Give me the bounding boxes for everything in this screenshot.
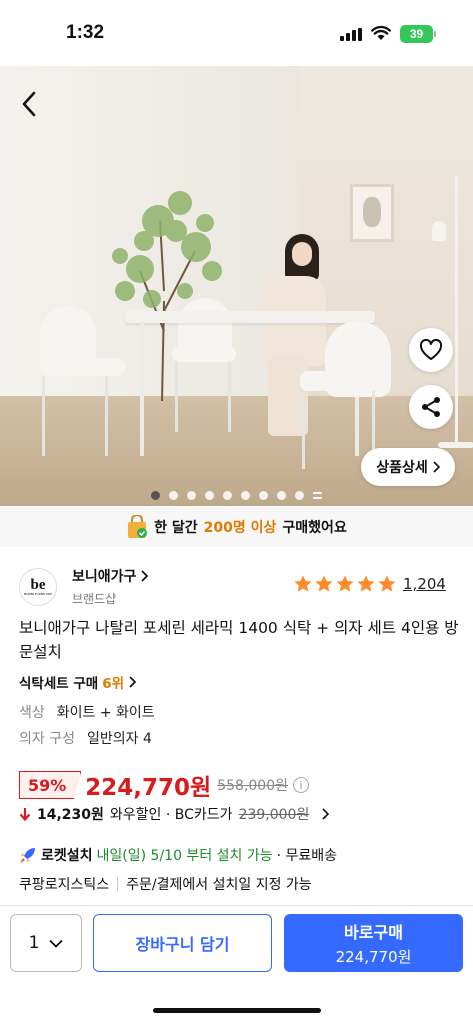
option-value: 일반의자 4 xyxy=(86,731,152,747)
carousel-dot[interactable] xyxy=(223,491,232,500)
price-row: 59% 224,770원 558,000원 i xyxy=(19,768,309,802)
buy-now-button[interactable]: 바로구매 224,770원 xyxy=(284,914,463,972)
free-shipping: · 무료배송 xyxy=(276,848,338,864)
table-illustration xyxy=(125,311,375,323)
chevron-right-icon xyxy=(433,461,440,473)
rocket-install-row: 로켓설치 내일(일) 5/10 부터 설치 가능 · 무료배송 xyxy=(19,845,337,865)
category-rank-link[interactable]: 식탁세트 구매 6위 xyxy=(19,672,137,692)
product-detail-label: 상품상세 xyxy=(376,460,428,476)
buy-now-label: 바로구매 xyxy=(344,923,403,942)
battery-level: 39 xyxy=(409,27,424,41)
seller-logo-subtext: BONNI FURNITURE xyxy=(24,591,52,596)
rating-summary[interactable]: 1,204 xyxy=(293,574,446,594)
seller-type: 브랜드샵 xyxy=(72,592,117,606)
product-detail-button[interactable]: 상품상세 xyxy=(361,448,455,486)
card-discount-row[interactable]: 14,230원 와우할인 · BC카드가 239,000원 xyxy=(19,804,330,824)
option-chair-config: 의자 구성 일반의자 4 xyxy=(19,728,152,748)
home-indicator[interactable] xyxy=(153,1008,321,1013)
promo-suffix: 구매했어요 xyxy=(282,520,347,536)
chevron-down-icon xyxy=(49,939,64,948)
quantity-selector[interactable]: 1 xyxy=(10,914,82,972)
carousel-dot[interactable] xyxy=(295,491,304,500)
original-price: 558,000원 xyxy=(217,778,288,794)
chevron-right-icon xyxy=(129,676,137,688)
wall-picture-frame xyxy=(350,184,394,242)
product-title: 보니애가구 나탈리 포세린 세라믹 1400 식탁 + 의자 세트 4인용 방문… xyxy=(19,619,459,661)
option-key: 색상 xyxy=(19,705,45,721)
option-key: 의자 구성 xyxy=(19,731,75,747)
shopping-bag-icon xyxy=(128,515,148,538)
seller-info[interactable]: be BONNI FURNITURE 보니애가구 브랜드샵 xyxy=(19,566,149,607)
option-color: 색상 화이트 + 화이트 xyxy=(19,702,155,722)
logistics-row: 쿠팡로지스틱스 주문/결제에서 설치일 지정 가능 xyxy=(19,874,312,894)
star-icon xyxy=(294,575,312,592)
status-time: 1:32 xyxy=(66,22,105,43)
star-icon xyxy=(378,575,396,592)
add-to-cart-button[interactable]: 장바구니 담기 xyxy=(93,914,272,972)
seller-logo-text: be xyxy=(30,576,46,593)
promo-highlight: 200명 이상 xyxy=(203,520,277,536)
carousel-dot[interactable] xyxy=(259,491,268,500)
discount-badge: 59% xyxy=(19,771,82,799)
seller-name-link[interactable]: 보니애가구 xyxy=(72,566,149,586)
chevron-right-icon xyxy=(322,808,330,820)
divider xyxy=(117,877,119,891)
carousel-dot[interactable] xyxy=(187,491,196,500)
rocket-icon xyxy=(20,848,35,863)
review-count-link[interactable]: 1,204 xyxy=(403,575,446,593)
promo-prefix: 한 달간 xyxy=(154,520,198,536)
share-icon xyxy=(422,397,440,417)
chevron-left-icon xyxy=(22,91,36,117)
battery-icon: 39 xyxy=(400,25,436,43)
share-button[interactable] xyxy=(409,385,453,429)
quantity-value: 1 xyxy=(28,933,40,953)
back-button[interactable] xyxy=(14,86,44,122)
carousel-dot[interactable] xyxy=(169,491,178,500)
install-date: 내일(일) 5/10 부터 설치 가능 xyxy=(96,848,273,864)
info-icon[interactable]: i xyxy=(293,777,309,793)
sale-price: 224,770원 xyxy=(85,775,212,801)
install-schedule-note: 주문/결제에서 설치일 지정 가능 xyxy=(126,877,312,893)
option-value: 화이트 + 화이트 xyxy=(56,705,155,721)
carousel-dot[interactable] xyxy=(205,491,214,500)
card-price: 239,000원 xyxy=(238,807,310,823)
rocket-install-label: 로켓설치 xyxy=(41,848,93,864)
wifi-icon xyxy=(371,25,391,40)
carousel-dot[interactable] xyxy=(151,491,160,500)
bottom-action-bar: 1 장바구니 담기 바로구매 224,770원 xyxy=(0,905,473,1024)
rank-value: 6위 xyxy=(102,676,125,692)
chevron-right-icon xyxy=(141,570,149,582)
logistics-provider: 쿠팡로지스틱스 xyxy=(19,877,110,893)
star-icon xyxy=(315,575,333,592)
carousel-dot[interactable] xyxy=(277,491,286,500)
star-icon xyxy=(336,575,354,592)
star-icon xyxy=(357,575,375,592)
seller-logo[interactable]: be BONNI FURNITURE xyxy=(19,567,57,606)
buy-now-price: 224,770원 xyxy=(335,948,412,966)
purchase-count-banner: 한 달간 200명 이상 구매했어요 xyxy=(0,507,473,547)
status-bar: 1:32 39 xyxy=(0,0,473,66)
carousel-pagination xyxy=(0,491,473,500)
rank-label: 식탁세트 구매 xyxy=(19,676,99,692)
seller-name: 보니애가구 xyxy=(72,569,137,585)
card-discount-amount: 14,230원 xyxy=(37,807,104,823)
card-discount-label: 와우할인 · BC카드가 xyxy=(109,807,233,823)
cellular-signal-icon xyxy=(340,28,362,41)
carousel-more-icon[interactable] xyxy=(313,492,322,499)
wishlist-button[interactable] xyxy=(409,328,453,372)
arrow-down-icon xyxy=(19,808,31,821)
add-to-cart-label: 장바구니 담기 xyxy=(135,935,230,954)
heart-icon xyxy=(419,339,443,360)
product-image-carousel[interactable] xyxy=(0,66,473,506)
carousel-dot[interactable] xyxy=(241,491,250,500)
